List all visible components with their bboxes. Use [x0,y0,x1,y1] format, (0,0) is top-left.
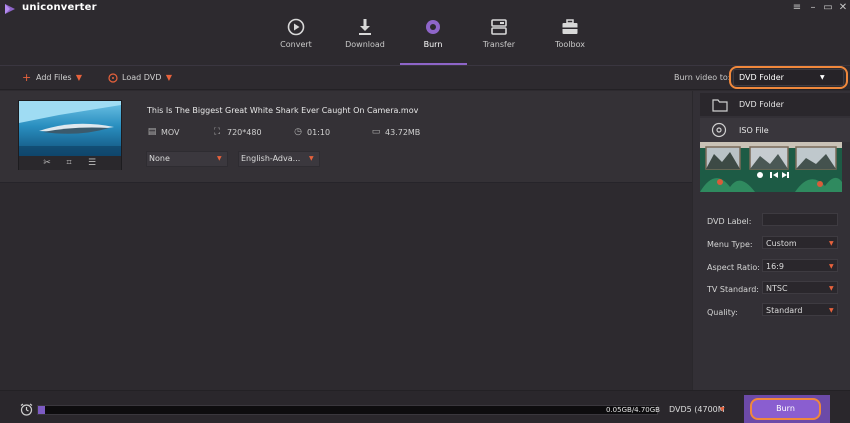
disc-capacity-fill [38,406,45,414]
audio-value: English-Adva... [241,154,301,163]
app-title: uniconverter [22,2,97,13]
subtitle-value: None [149,154,170,163]
menu-type-value: Custom [766,239,797,248]
file-name: This Is The Biggest Great White Shark Ev… [147,106,419,115]
tv-standard-label: TV Standard: [707,285,759,294]
disc-type-value: DVD5 (4700M [669,405,725,414]
tab-burn-label: Burn [423,40,443,49]
add-files-button[interactable]: Add Files [36,71,72,85]
file-resolution: 720*480 [227,128,262,137]
aspect-ratio-value: 16:9 [766,262,784,271]
iso-disc-icon [711,122,727,138]
disc-type-chevron-icon: ▼ [720,406,725,413]
title-bar [0,0,850,18]
quality-chevron-icon: ▼ [829,307,834,314]
menu-icon[interactable]: ≡ [790,1,804,15]
resolution-icon: ⛶ [213,127,221,137]
disc-capacity-bar [37,405,658,415]
menu-type-chevron-icon: ▼ [829,240,834,247]
tv-standard-chevron-icon: ▼ [829,285,834,292]
crop-icon[interactable]: ⌗ [62,157,76,169]
quality-value: Standard [766,306,803,315]
option-iso-file-label: ISO File [739,126,769,135]
dvd-label-input[interactable] [762,213,838,226]
file-format: MOV [161,128,180,137]
aspect-ratio-label: Aspect Ratio: [707,263,760,272]
video-thumbnail[interactable] [19,101,121,156]
scissors-icon[interactable]: ✂ [40,157,54,169]
app-logo-icon [5,4,15,14]
tab-transfer[interactable]: Transfer [464,18,534,65]
disc-small-icon [108,73,118,83]
settings-sliders-icon[interactable]: ☰ [85,157,99,169]
quality-label: Quality: [707,308,738,317]
tab-toolbox[interactable]: Toolbox [535,18,605,65]
burn-to-label: Burn video to: [674,73,731,82]
dvd-menu-preview[interactable] [700,142,842,192]
audio-chevron-icon: ▼ [309,155,314,162]
file-size: 43.72MB [385,128,421,137]
add-files-dropdown-icon[interactable]: ▼ [74,71,84,85]
dvd-label-label: DVD Label: [707,217,752,226]
folder-icon: ▭ [371,127,381,137]
plus-icon: + [22,71,32,84]
load-dvd-button[interactable]: Load DVD [122,71,161,85]
toolbox-icon [562,19,578,34]
disc-capacity-label: 0.05GB/4.70GB [606,406,660,414]
clock-icon: ◷ [294,127,302,137]
tab-convert-label: Convert [280,40,312,49]
transfer-icon [491,19,507,35]
film-icon: ▤ [147,127,157,137]
tab-download[interactable]: Download [330,18,400,65]
aspect-ratio-chevron-icon: ▼ [829,263,834,270]
tab-download-label: Download [345,40,385,49]
tab-transfer-label: Transfer [482,40,516,49]
burn-button[interactable]: Burn [750,398,821,420]
tv-standard-value: NTSC [766,284,788,293]
alarm-clock-icon[interactable] [20,403,33,416]
disc-icon [426,20,440,34]
subtitle-chevron-icon: ▼ [217,155,222,162]
destination-highlight [729,66,848,89]
option-dvd-folder-label: DVD Folder [739,100,784,109]
close-button[interactable]: ✕ [836,1,850,15]
tab-toolbox-label: Toolbox [555,40,585,49]
maximize-button[interactable]: ▭ [821,1,835,15]
play-circle-icon [287,18,305,36]
tab-burn[interactable]: Burn [398,18,468,65]
menu-type-label: Menu Type: [707,240,753,249]
folder-outline-icon [712,99,728,112]
load-dvd-dropdown-icon[interactable]: ▼ [164,71,174,85]
minimize-button[interactable]: – [806,1,820,15]
download-arrow-icon [359,19,371,35]
tab-convert[interactable]: Convert [261,18,331,65]
file-duration: 01:10 [307,128,331,137]
